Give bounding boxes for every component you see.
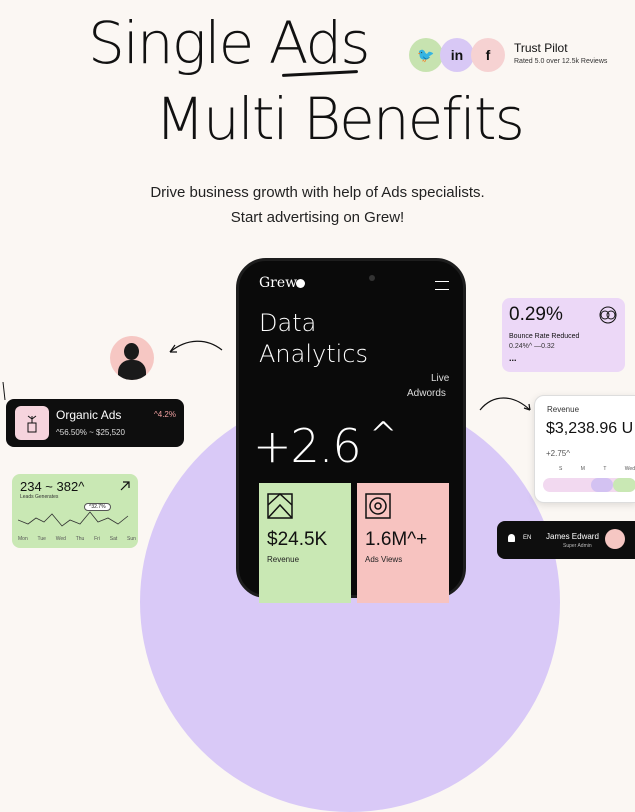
revenue-tile-value: $24.5K	[267, 529, 328, 550]
trust-pilot-rating: Rated 5.0 over 12.5k Reviews	[514, 58, 608, 65]
bounce-label: Bounce Rate Reduced	[509, 333, 580, 340]
views-tile-label: Ads Views	[365, 555, 403, 564]
arrow-up-right-icon	[120, 481, 130, 491]
revenue-day: M	[580, 466, 585, 472]
leads-day: Sat	[109, 536, 118, 542]
headline-line-2: Multi Benefits	[155, 85, 525, 153]
user-role: Super Admin	[563, 543, 592, 549]
curved-arrow-icon	[169, 340, 223, 353]
organic-ads-delta: ^4.2%	[154, 410, 176, 419]
twitter-icon[interactable]: 🐦	[409, 38, 443, 72]
revenue-card-label: Revenue	[547, 405, 580, 414]
facebook-icon[interactable]: f	[471, 38, 505, 72]
bounce-value: 0.29%	[509, 304, 563, 325]
avatar	[110, 336, 154, 380]
leads-value: 234 ~ 382^	[20, 479, 85, 494]
trust-pilot-title: Trust Pilot	[514, 41, 568, 55]
leads-day: Wed	[55, 536, 66, 542]
tagline-line-2: Start advertising on Grew!	[230, 209, 405, 226]
revenue-day: T	[603, 466, 607, 472]
views-tile[interactable]: 1.6M^+ Ads Views	[357, 483, 449, 603]
phone-title-2: Analytics	[259, 340, 368, 368]
curved-arrow-icon	[479, 397, 531, 411]
linkedin-icon[interactable]: in	[440, 38, 474, 72]
leads-label: Leads Generates	[20, 494, 59, 500]
organic-ads-card[interactable]: Organic Ads ^4.2% ^56.50% ~ $25,520	[6, 399, 184, 447]
revenue-tile-label: Revenue	[267, 555, 300, 564]
more-icon[interactable]: ...	[509, 353, 517, 363]
leads-days: Mon Tue Wed Thu Fri Sat Sun	[18, 536, 136, 542]
big-metric: +2.6	[253, 419, 362, 473]
revenue-card-days: S M T Wed	[559, 466, 635, 472]
bounce-rate-card[interactable]: 0.29% Bounce Rate Reduced 0.24%^ —0.32 .…	[502, 298, 625, 372]
organic-ads-stats: ^56.50% ~ $25,520	[56, 428, 125, 437]
menu-icon[interactable]	[435, 281, 449, 290]
revenue-card-delta: +2.75^	[546, 449, 570, 458]
user-name: James Edward	[546, 532, 599, 541]
revenue-card-value: $3,238.96 U	[546, 420, 634, 437]
leads-sparkline	[18, 511, 129, 527]
tagline-line-1: Drive business growth with help of Ads s…	[150, 184, 485, 201]
organic-ads-title: Organic Ads	[56, 408, 122, 422]
verified-badge-icon	[296, 279, 305, 288]
revenue-tile[interactable]: $24.5K Revenue	[259, 483, 351, 603]
phone-mockup: Grew Data Analytics Live Adwords +2.6 ^ …	[236, 258, 466, 603]
leads-card[interactable]: 234 ~ 382^ Leads Generates ^32.7% Mon Tu…	[12, 474, 138, 548]
headline-line-1: Single Ads	[88, 9, 370, 77]
bell-icon[interactable]	[508, 534, 515, 542]
pattern-icon	[267, 493, 293, 519]
plant-icon	[15, 406, 49, 440]
revenue-day: S	[559, 466, 563, 472]
leads-day: Tue	[37, 536, 46, 542]
camera-icon	[369, 275, 375, 281]
user-avatar[interactable]	[605, 529, 625, 549]
phone-title-1: Data	[259, 309, 317, 337]
leads-day: Mon	[18, 536, 28, 542]
target-icon	[365, 493, 391, 519]
adwords-label: Adwords	[407, 388, 446, 399]
leads-day: Fri	[94, 536, 100, 542]
bounce-sub: 0.24%^ —0.32	[509, 343, 555, 350]
user-badge[interactable]: EN James Edward Super Admin	[497, 521, 635, 559]
brand-logo: Grew	[259, 275, 298, 291]
big-metric-caret: ^	[369, 415, 398, 455]
leads-day: Thu	[75, 536, 85, 542]
revenue-day: Wed	[624, 466, 635, 472]
language-select[interactable]: EN	[523, 535, 531, 541]
circles-icon	[599, 306, 617, 324]
live-label: Live	[431, 373, 450, 384]
leads-day: Sun	[127, 536, 136, 542]
decorative-tick-icon	[2, 381, 6, 401]
views-tile-value: 1.6M^+	[365, 529, 428, 550]
revenue-bar	[543, 478, 635, 492]
revenue-card[interactable]: Revenue $3,238.96 U +2.75^ S M T Wed	[534, 395, 635, 503]
